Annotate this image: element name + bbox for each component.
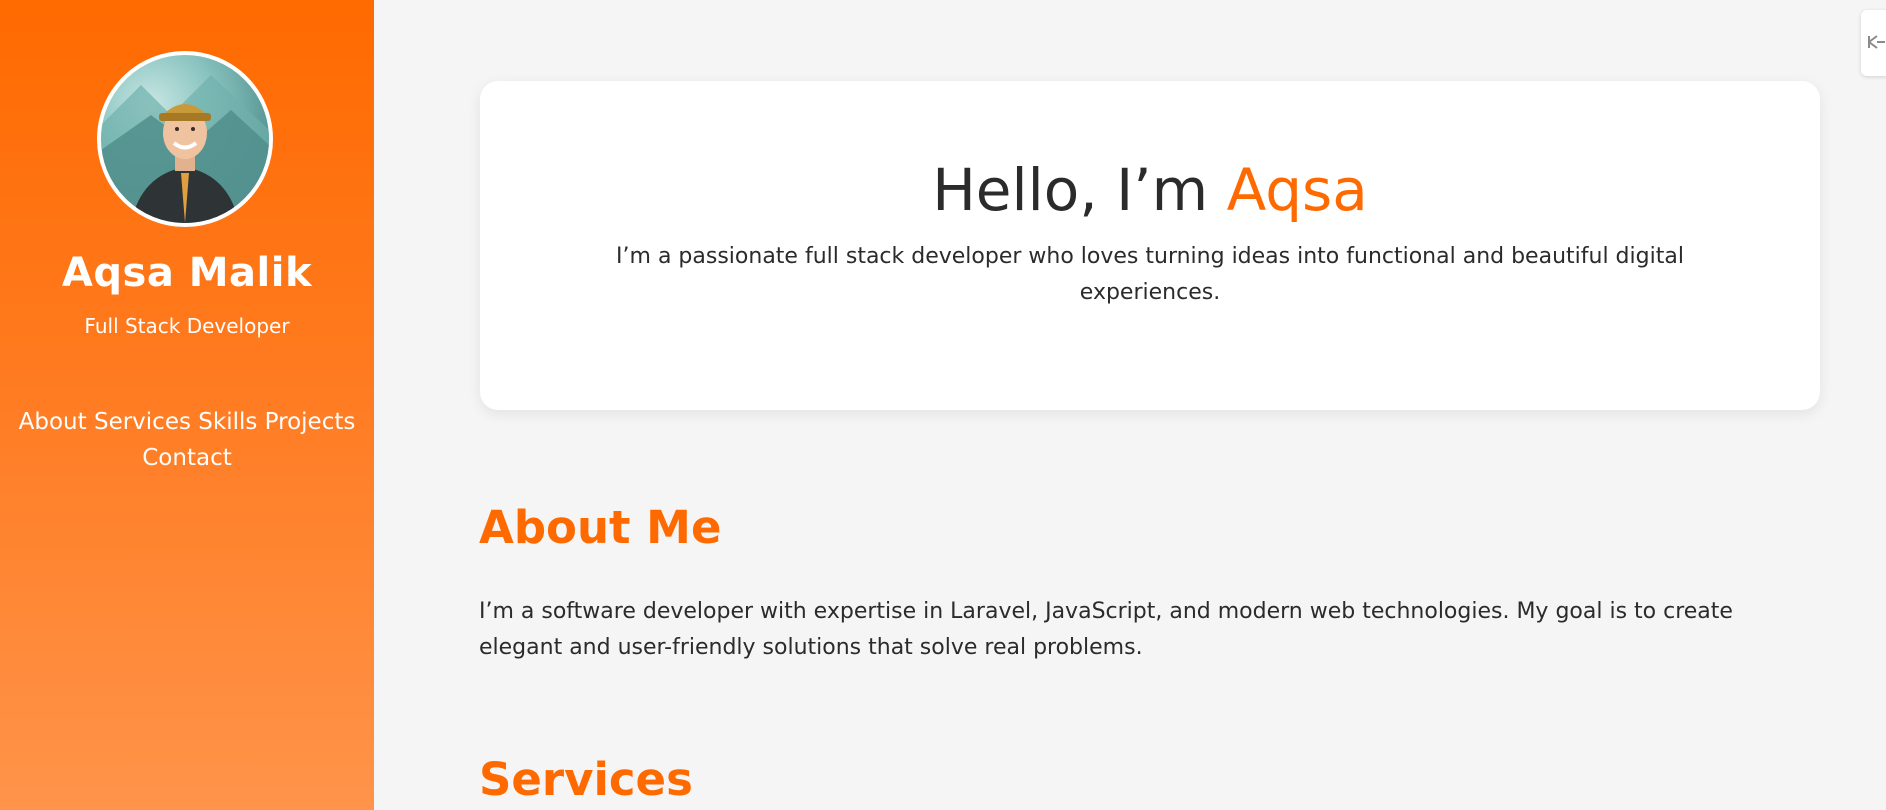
nav-link-skills[interactable]: Skills xyxy=(198,409,257,435)
profile-photo-icon xyxy=(101,75,269,223)
nav-link-contact[interactable]: Contact xyxy=(142,445,231,471)
profile-name: Aqsa Malik xyxy=(61,250,313,296)
extension-icon xyxy=(1868,35,1885,49)
about-section-text: I’m a software developer with expertise … xyxy=(479,599,1733,660)
hero-card: Hello, I’m Aqsa I’m a passionate full st… xyxy=(480,81,1820,410)
hero-title: Hello, I’m Aqsa xyxy=(480,156,1820,224)
about-section-title: About Me xyxy=(479,501,722,554)
hero-description: I’m a passionate full stack developer wh… xyxy=(616,244,1684,305)
services-section-title: Services xyxy=(479,753,693,806)
nav-link-services[interactable]: Services xyxy=(94,409,191,435)
profile-role: Full Stack Developer xyxy=(84,314,290,338)
hero-highlight-name: Aqsa xyxy=(1226,156,1368,224)
sidebar: Aqsa Malik Full Stack Developer About Se… xyxy=(0,0,374,810)
hero-greeting: Hello, I’m xyxy=(932,156,1209,224)
portfolio-page: Aqsa Malik Full Stack Developer About Se… xyxy=(0,0,1886,810)
nav-link-projects[interactable]: Projects xyxy=(265,409,356,435)
extension-widget[interactable] xyxy=(1861,10,1886,76)
nav-link-about[interactable]: About xyxy=(19,409,87,435)
avatar xyxy=(97,51,273,227)
sidebar-nav: About Services Skills Projects Contact xyxy=(8,404,366,476)
